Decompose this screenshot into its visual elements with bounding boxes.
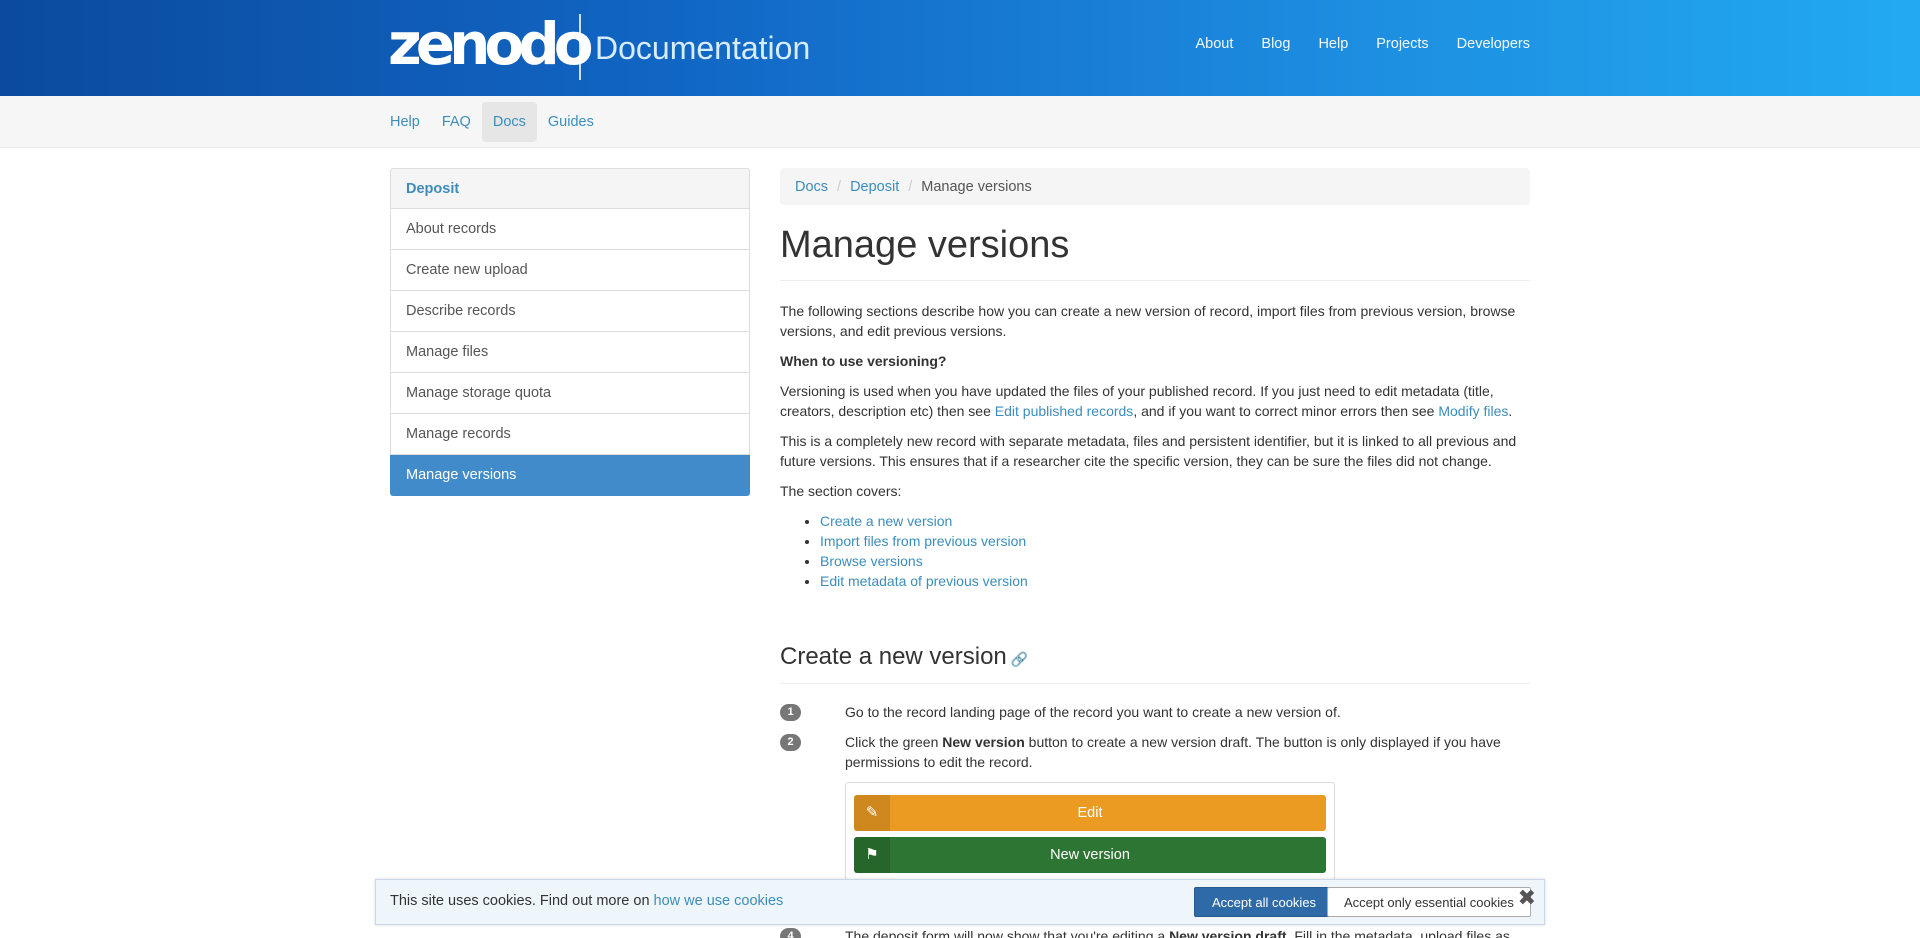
- step-4-text-a: The deposit form will now show that you'…: [845, 928, 1170, 938]
- breadcrumb-deposit[interactable]: Deposit: [850, 179, 899, 195]
- breadcrumb-separator: /: [908, 178, 913, 195]
- sidebar-item-manage-records[interactable]: Manage records: [390, 414, 750, 455]
- documentation-title[interactable]: Documentation: [595, 28, 810, 68]
- sidebar-item-about-records[interactable]: About records: [390, 209, 750, 250]
- nav-blog[interactable]: Blog: [1261, 36, 1290, 52]
- new-record-paragraph: This is a completely new record with sep…: [780, 433, 1517, 469]
- breadcrumb-current: Manage versions: [921, 178, 1032, 195]
- step-1-text: Go to the record landing page of the rec…: [845, 704, 1341, 720]
- main-content: Docs / Deposit / Manage versions Manage …: [780, 168, 1530, 912]
- step-number-badge: 4: [780, 928, 801, 938]
- versioning-text-b: , and if you want to correct minor error…: [1133, 403, 1439, 419]
- tag-icon: ⚑: [854, 837, 890, 873]
- step-number-badge: 2: [780, 734, 801, 751]
- section-covers-label: The section covers:: [780, 483, 902, 499]
- versioning-text-c: .: [1508, 403, 1513, 419]
- step-4-bold: New version draft: [1169, 928, 1287, 938]
- nav-projects[interactable]: Projects: [1376, 36, 1428, 52]
- section-covers-list: Create a new version Import files from p…: [820, 511, 1530, 591]
- cookie-banner: This site uses cookies. Find out more on…: [375, 879, 1545, 925]
- edit-published-records-link[interactable]: Edit published records: [995, 403, 1134, 419]
- logo-text[interactable]: zenodo: [388, 12, 594, 76]
- new-version-button[interactable]: ⚑ New version: [854, 837, 1326, 873]
- sidebar-heading-deposit[interactable]: Deposit: [390, 168, 750, 209]
- step-2-text-a: Click the green: [845, 734, 943, 750]
- cookie-text: This site uses cookies. Find out more on: [390, 893, 654, 909]
- step-number-badge: 1: [780, 704, 801, 721]
- cookie-message: This site uses cookies. Find out more on…: [390, 893, 783, 909]
- top-nav: About Blog Help Projects Developers: [1168, 36, 1531, 52]
- list-item: Import files from previous version: [820, 531, 1530, 551]
- new-version-button-label: New version: [1050, 847, 1130, 863]
- list-item: Create a new version: [820, 511, 1530, 531]
- sidebar: Deposit About records Create new upload …: [390, 168, 750, 496]
- docs-subnav: Help FAQ Docs Guides: [0, 96, 1920, 148]
- page-title: Manage versions: [780, 223, 1530, 281]
- edit-icon: ✎: [854, 795, 890, 831]
- breadcrumb-separator: /: [837, 178, 842, 195]
- subnav-help[interactable]: Help: [379, 102, 431, 142]
- sidebar-item-manage-files[interactable]: Manage files: [390, 332, 750, 373]
- accept-all-cookies-button[interactable]: Accept all cookies: [1194, 887, 1335, 917]
- covers-link-create-new-version[interactable]: Create a new version: [820, 513, 952, 529]
- modify-files-link[interactable]: Modify files: [1438, 403, 1508, 419]
- cookie-policy-link[interactable]: how we use cookies: [654, 893, 784, 909]
- covers-link-browse-versions[interactable]: Browse versions: [820, 553, 923, 569]
- step-2-bold: New version: [942, 734, 1025, 750]
- intro-paragraph: The following sections describe how you …: [780, 303, 1516, 339]
- zenodo-logo[interactable]: zenodo: [388, 12, 594, 76]
- section-title-text: Create a new version: [780, 643, 1007, 670]
- step-4: 4 The deposit form will now show that yo…: [780, 926, 1530, 938]
- covers-link-import-files[interactable]: Import files from previous version: [820, 533, 1026, 549]
- site-header: zenodo Documentation About Blog Help Pro…: [0, 0, 1920, 96]
- close-icon[interactable]: ✖: [1518, 886, 1536, 910]
- nav-developers[interactable]: Developers: [1457, 36, 1530, 52]
- sidebar-item-manage-storage-quota[interactable]: Manage storage quota: [390, 373, 750, 414]
- breadcrumb-docs[interactable]: Docs: [795, 179, 828, 195]
- list-item: Edit metadata of previous version: [820, 571, 1530, 591]
- subnav-docs[interactable]: Docs: [481, 102, 537, 142]
- nav-help[interactable]: Help: [1318, 36, 1348, 52]
- edit-button-label: Edit: [1077, 805, 1103, 821]
- covers-link-edit-metadata[interactable]: Edit metadata of previous version: [820, 573, 1028, 589]
- logo-divider: [579, 14, 581, 80]
- versioning-question: When to use versioning?: [780, 353, 947, 369]
- step-2: 2 Click the green New version button to …: [780, 732, 1530, 772]
- accept-essential-cookies-button[interactable]: Accept only essential cookies: [1327, 887, 1531, 917]
- section-title-create-new-version: Create a new version 🔗: [780, 643, 1530, 684]
- sidebar-item-describe-records[interactable]: Describe records: [390, 291, 750, 332]
- anchor-link-icon[interactable]: 🔗: [1011, 651, 1028, 667]
- breadcrumb: Docs / Deposit / Manage versions: [780, 168, 1530, 205]
- edit-button[interactable]: ✎ Edit: [854, 795, 1326, 831]
- subnav-faq[interactable]: FAQ: [431, 102, 482, 142]
- sidebar-item-create-new-upload[interactable]: Create new upload: [390, 250, 750, 291]
- subnav-guides[interactable]: Guides: [537, 102, 605, 142]
- list-item: Browse versions: [820, 551, 1530, 571]
- step-1: 1 Go to the record landing page of the r…: [780, 702, 1530, 722]
- nav-about[interactable]: About: [1196, 36, 1234, 52]
- sidebar-item-manage-versions[interactable]: Manage versions: [390, 455, 750, 496]
- versioning-paragraph: Versioning is used when you have updated…: [780, 381, 1530, 421]
